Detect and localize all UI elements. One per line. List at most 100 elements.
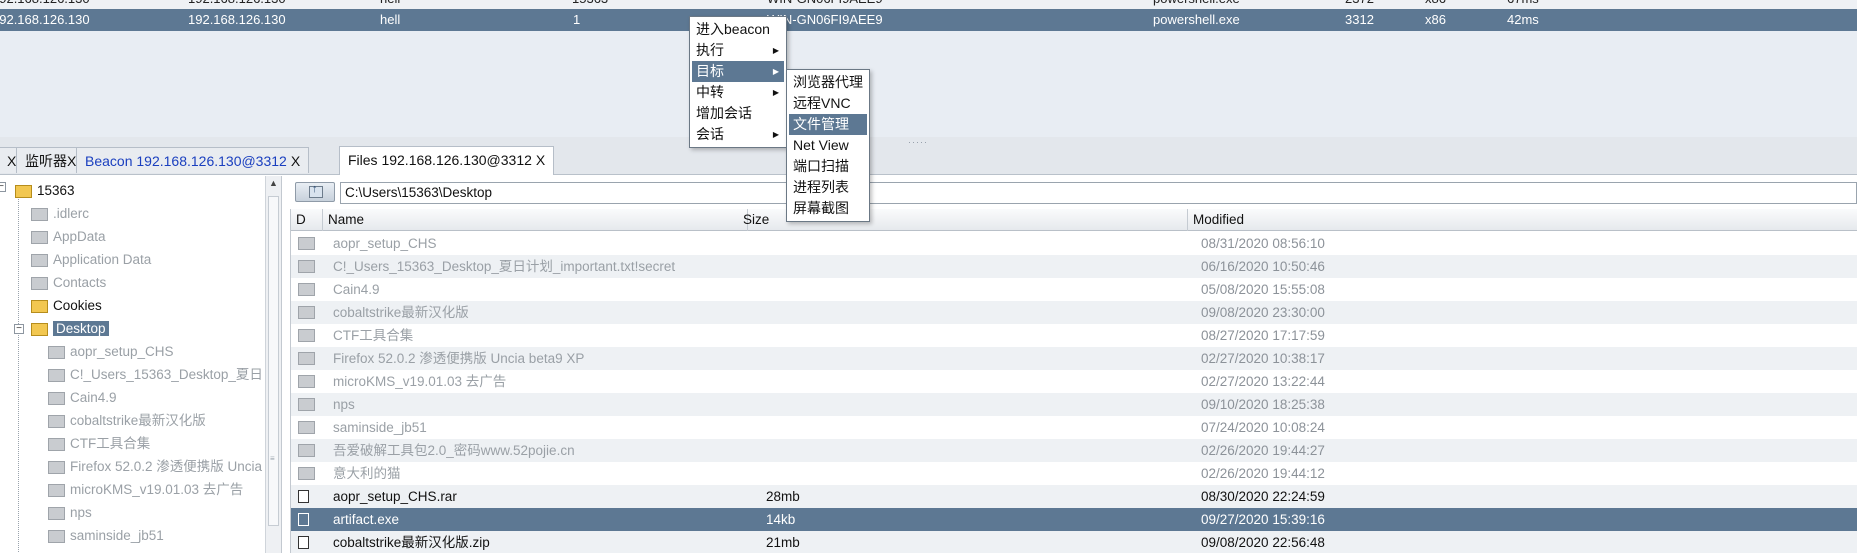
tree-item[interactable]: saminside_jb51 xyxy=(48,525,164,546)
tree-item[interactable]: AppData xyxy=(31,226,106,247)
file-table[interactable]: D ▲ Name Size Modified aopr_setup_CHS 08/… xyxy=(290,209,1857,553)
cell-computer: 1 xyxy=(573,12,581,27)
tree-item[interactable]: aopr_setup_CHS xyxy=(48,341,174,362)
folder-row[interactable]: Firefox 52.0.2 渗透便携版 Uncia beta9 XP 02/27… xyxy=(291,347,1857,370)
menu-item-label: 端口扫描 xyxy=(793,158,849,174)
cell-name: microKMS_v19.01.03 去广告 xyxy=(333,374,507,389)
folder-icon xyxy=(298,283,315,296)
file-row[interactable]: aopr_setup_CHS.rar 28mb 08/30/2020 22:24:5… xyxy=(291,485,1857,508)
tree-item-label: Cookies xyxy=(53,298,102,313)
tree-item-label: aopr_setup_CHS xyxy=(70,344,174,359)
tab-files[interactable]: Files 192.168.126.130@3312 X xyxy=(339,146,555,175)
column-header-d[interactable]: D ▲ xyxy=(291,209,323,246)
tree-item[interactable]: Contacts xyxy=(31,272,106,293)
tab-beacon[interactable]: Beacon 192.168.126.130@3312 X xyxy=(76,147,310,173)
folder-row[interactable]: nps 09/10/2020 18:25:38 xyxy=(291,393,1857,416)
column-header-name[interactable]: Name xyxy=(323,209,748,231)
cell-name: artifact.exe xyxy=(333,512,400,527)
cell-modified: 08/31/2020 08:56:10 xyxy=(1201,236,1325,251)
folder-icon xyxy=(298,467,315,480)
tree-item[interactable]: Firefox 52.0.2 渗透便携版 Uncia xyxy=(48,456,262,477)
menu-item-session[interactable]: 会话 ▶ xyxy=(692,124,784,145)
folder-row[interactable]: Cain4.9 05/08/2020 15:55:08 xyxy=(291,278,1857,301)
menu-item-browser-pivot[interactable]: 浏览器代理 xyxy=(789,72,867,93)
tree-item[interactable]: Application Data xyxy=(31,249,151,270)
menu-item-port-scan[interactable]: 端口扫描 xyxy=(789,156,867,177)
scroll-up-icon[interactable]: ▲ xyxy=(269,178,278,188)
cell-name: Firefox 52.0.2 渗透便携版 Uncia beta9 XP xyxy=(333,351,585,366)
menu-item-label: 远程VNC xyxy=(793,95,851,111)
folder-row[interactable]: C!_Users_15363_Desktop_夏日计划_important.tx… xyxy=(291,255,1857,278)
column-label: D xyxy=(296,212,306,227)
tree-item[interactable]: microKMS_v19.01.03 去广告 xyxy=(48,479,243,500)
submenu-arrow-icon: ▶ xyxy=(772,67,779,76)
collapse-icon[interactable]: − xyxy=(0,182,6,192)
column-header-modified[interactable]: Modified xyxy=(1188,209,1857,231)
explore-submenu: 浏览器代理 远程VNC 文件管理 Net View 端口扫描 进程列表 屏幕截图 xyxy=(786,69,870,222)
tree-item-label: Firefox 52.0.2 渗透便携版 Uncia xyxy=(70,459,263,474)
menu-item-process-list[interactable]: 进程列表 xyxy=(789,177,867,198)
folder-row[interactable]: 意大利的猫 02/26/2020 19:44:12 xyxy=(291,462,1857,485)
menu-item-interact[interactable]: 进入beacon xyxy=(692,19,784,40)
menu-item-label: 增加会话 xyxy=(696,105,752,121)
tab-close-button[interactable]: X xyxy=(67,153,76,169)
cell-name: Cain4.9 xyxy=(333,282,380,297)
cell-name: CTF工具合集 xyxy=(333,328,414,343)
tree-item[interactable]: nps xyxy=(48,502,92,523)
menu-item-file-browser[interactable]: 文件管理 xyxy=(789,114,867,135)
collapse-icon[interactable]: − xyxy=(14,324,24,334)
sessions-table[interactable]: 192.168.126.130 192.168.126.130 hell 153… xyxy=(0,0,1857,137)
menu-item-net-view[interactable]: Net View xyxy=(789,135,867,156)
tree-item-label: Application Data xyxy=(53,252,152,267)
tab-close-button[interactable]: X xyxy=(291,153,300,169)
menu-item-label: 进程列表 xyxy=(793,179,849,195)
folder-tree[interactable]: − 15363 .idlerc AppData Application Data… xyxy=(0,176,282,553)
tree-item-root[interactable]: 15363 xyxy=(15,180,75,201)
cell-last: 42ms xyxy=(1507,12,1539,27)
menu-item-label: 会话 xyxy=(696,126,724,142)
cell-modified: 02/26/2020 19:44:12 xyxy=(1201,466,1325,481)
tree-item-label: microKMS_v19.01.03 去广告 xyxy=(70,482,244,497)
table-header: D ▲ Name Size Modified xyxy=(291,209,1857,246)
tree-item[interactable]: .idlerc xyxy=(31,203,89,224)
tree-item[interactable]: CTF工具合集 xyxy=(48,433,150,454)
folder-row[interactable]: 吾爱破解工具包2.0_密码www.52pojie.cn 02/26/2020 19… xyxy=(291,439,1857,462)
tab-close-button[interactable]: X xyxy=(536,152,545,168)
tree-item[interactable]: cobaltstrike最新汉化版 xyxy=(48,410,206,431)
path-input[interactable]: C:\Users\15363\Desktop xyxy=(340,182,1857,204)
menu-item-desktop-vnc[interactable]: 远程VNC xyxy=(789,93,867,114)
cell-modified: 06/16/2020 10:50:46 xyxy=(1201,259,1325,274)
menu-item-spawn[interactable]: 增加会话 xyxy=(692,103,784,124)
file-row[interactable]: cobaltstrike最新汉化版.zip 21mb 09/08/2020 22:5… xyxy=(291,531,1857,553)
tree-item[interactable]: Cain4.9 xyxy=(48,387,117,408)
folder-row[interactable]: microKMS_v19.01.03 去广告 02/27/2020 13:22:4… xyxy=(291,370,1857,393)
folder-icon xyxy=(298,352,315,365)
cell-size: 14kb xyxy=(766,512,796,527)
tree-item[interactable]: C!_Users_15363_Desktop_夏日 xyxy=(48,364,263,385)
session-row-selected[interactable]: 192.168.126.130 192.168.126.130 hell 1 W… xyxy=(0,9,1857,31)
up-folder-button[interactable] xyxy=(295,182,335,202)
file-row-selected[interactable]: artifact.exe 14kb 09/27/2020 15:39:16 xyxy=(291,508,1857,531)
folder-row[interactable]: CTF工具合集 08/27/2020 17:17:59 xyxy=(291,324,1857,347)
cell-process: powershell.exe xyxy=(1153,12,1240,27)
menu-item-explore[interactable]: 目标 ▶ xyxy=(692,61,784,82)
cell-name: 吾爱破解工具包2.0_密码www.52pojie.cn xyxy=(333,443,575,458)
menu-item-screenshot[interactable]: 屏幕截图 xyxy=(789,198,867,219)
cell-user: hell xyxy=(380,12,401,27)
folder-row[interactable]: saminside_jb51 07/24/2020 10:08:24 xyxy=(291,416,1857,439)
menu-item-execute[interactable]: 执行 ▶ xyxy=(692,40,784,61)
folder-icon xyxy=(31,230,48,244)
menu-item-pivoting[interactable]: 中转 ▶ xyxy=(692,82,784,103)
folder-row[interactable]: aopr_setup_CHS 08/31/2020 08:56:10 xyxy=(291,232,1857,255)
folder-icon xyxy=(48,529,65,543)
scroll-thumb[interactable] xyxy=(268,196,279,526)
tab-close-button[interactable]: X xyxy=(7,153,16,169)
tree-item-label: C!_Users_15363_Desktop_夏日 xyxy=(70,367,263,382)
tree-item[interactable]: Cookies xyxy=(31,295,102,316)
split-handle[interactable]: ····· xyxy=(908,137,928,147)
folder-row[interactable]: cobaltstrike最新汉化版 09/08/2020 23:30:00 xyxy=(291,301,1857,324)
tree-item-desktop[interactable]: Desktop xyxy=(31,318,109,339)
folder-icon xyxy=(15,184,32,198)
tree-scrollbar[interactable]: ▲ ≡ xyxy=(265,176,281,553)
tab-listeners[interactable]: 监听器X xyxy=(16,147,86,173)
